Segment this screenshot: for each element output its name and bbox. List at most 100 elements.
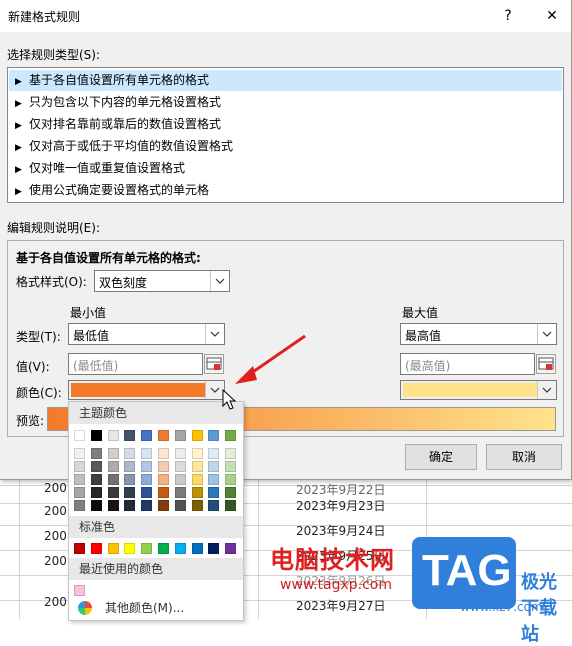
theme-shade-swatch[interactable] xyxy=(208,448,219,459)
chevron-down-icon xyxy=(205,324,224,344)
range-picker-icon[interactable] xyxy=(536,354,556,374)
value-label: 值(V): xyxy=(16,360,50,374)
theme-shade-swatch[interactable] xyxy=(108,500,119,511)
theme-color-swatch[interactable] xyxy=(208,430,219,441)
theme-color-swatch[interactable] xyxy=(225,430,236,441)
standard-color-swatch[interactable] xyxy=(192,543,203,554)
theme-color-swatch[interactable] xyxy=(175,430,186,441)
theme-color-swatch[interactable] xyxy=(192,430,203,441)
theme-color-swatch[interactable] xyxy=(158,430,169,441)
theme-color-swatch[interactable] xyxy=(124,430,135,441)
theme-shade-swatch[interactable] xyxy=(192,474,203,485)
theme-shade-swatch[interactable] xyxy=(175,474,186,485)
theme-shade-swatch[interactable] xyxy=(225,474,236,485)
rule-type-item[interactable]: ▶ 仅对排名靠前或靠后的数值设置格式 xyxy=(9,114,562,135)
theme-shade-swatch[interactable] xyxy=(124,474,135,485)
more-colors-item[interactable]: 其他颜色(M)... xyxy=(73,599,239,617)
rule-type-item[interactable]: ▶ 只为包含以下内容的单元格设置格式 xyxy=(9,92,562,113)
theme-shade-swatch[interactable] xyxy=(141,487,152,498)
min-color-select[interactable] xyxy=(68,380,225,400)
close-button[interactable]: ✕ xyxy=(540,4,564,28)
rule-type-item[interactable]: ▶ 使用公式确定要设置格式的单元格 xyxy=(9,180,562,201)
max-type-select[interactable]: 最高值 xyxy=(400,323,557,345)
theme-shade-swatch[interactable] xyxy=(108,474,119,485)
theme-shade-swatch[interactable] xyxy=(91,487,102,498)
max-value-input[interactable]: (最高值) xyxy=(400,353,535,375)
format-style-select[interactable]: 双色刻度 xyxy=(94,270,230,292)
theme-shade-swatch[interactable] xyxy=(74,448,85,459)
preview-label: 预览: xyxy=(16,414,45,428)
standard-color-swatch[interactable] xyxy=(91,543,102,554)
recent-color-swatch[interactable] xyxy=(74,585,85,596)
cancel-button[interactable]: 取消 xyxy=(486,444,562,470)
theme-shade-swatch[interactable] xyxy=(192,487,203,498)
theme-shade-swatch[interactable] xyxy=(208,487,219,498)
standard-color-swatch[interactable] xyxy=(225,543,236,554)
theme-shade-swatch[interactable] xyxy=(225,487,236,498)
theme-shade-swatch[interactable] xyxy=(225,500,236,511)
theme-shade-swatch[interactable] xyxy=(108,448,119,459)
theme-shade-swatch[interactable] xyxy=(108,487,119,498)
theme-color-swatch[interactable] xyxy=(74,430,85,441)
range-picker-icon[interactable] xyxy=(204,354,224,374)
standard-color-swatch[interactable] xyxy=(74,543,85,554)
min-type-select[interactable]: 最低值 xyxy=(68,323,225,345)
theme-shade-swatch[interactable] xyxy=(91,500,102,511)
theme-shade-swatch[interactable] xyxy=(91,461,102,472)
standard-color-swatch[interactable] xyxy=(124,543,135,554)
theme-shade-swatch[interactable] xyxy=(158,487,169,498)
theme-shade-swatch[interactable] xyxy=(74,487,85,498)
standard-color-swatch[interactable] xyxy=(141,543,152,554)
theme-shade-swatch[interactable] xyxy=(124,461,135,472)
theme-shade-swatch[interactable] xyxy=(158,474,169,485)
theme-shade-swatch[interactable] xyxy=(192,461,203,472)
theme-shade-swatch[interactable] xyxy=(141,448,152,459)
theme-shade-swatch[interactable] xyxy=(158,500,169,511)
play-icon: ▶ xyxy=(15,77,22,87)
theme-shade-swatch[interactable] xyxy=(141,461,152,472)
theme-shade-swatch[interactable] xyxy=(208,474,219,485)
theme-shade-swatch[interactable] xyxy=(74,500,85,511)
theme-shade-swatch[interactable] xyxy=(91,448,102,459)
max-color-select[interactable] xyxy=(400,380,557,400)
play-icon: ▶ xyxy=(15,121,22,131)
standard-color-swatch[interactable] xyxy=(158,543,169,554)
rule-type-item[interactable]: ▶ 仅对唯一值或重复值设置格式 xyxy=(9,158,562,179)
ok-button[interactable]: 确定 xyxy=(405,444,477,470)
theme-shade-swatch[interactable] xyxy=(175,448,186,459)
theme-shade-swatch[interactable] xyxy=(225,448,236,459)
theme-shade-swatch[interactable] xyxy=(124,500,135,511)
standard-color-swatch[interactable] xyxy=(208,543,219,554)
theme-color-swatch[interactable] xyxy=(141,430,152,441)
theme-shade-swatch[interactable] xyxy=(158,448,169,459)
red-arrow-annotation xyxy=(235,334,306,384)
standard-color-swatch[interactable] xyxy=(108,543,119,554)
rule-type-list[interactable]: ▶ 基于各自值设置所有单元格的格式 ▶ 只为包含以下内容的单元格设置格式 ▶ 仅对排名… xyxy=(7,67,564,203)
rule-type-item[interactable]: ▶ 仅对高于或低于平均值的数值设置格式 xyxy=(9,136,562,157)
color-label: 颜色(C): xyxy=(16,386,62,400)
theme-shade-swatch[interactable] xyxy=(91,474,102,485)
theme-color-swatch[interactable] xyxy=(108,430,119,441)
mouse-cursor-icon xyxy=(222,389,237,410)
theme-shade-swatch[interactable] xyxy=(108,461,119,472)
theme-shade-swatch[interactable] xyxy=(225,461,236,472)
theme-color-swatch[interactable] xyxy=(91,430,102,441)
theme-shade-swatch[interactable] xyxy=(175,487,186,498)
standard-color-swatch[interactable] xyxy=(175,543,186,554)
theme-shade-swatch[interactable] xyxy=(141,474,152,485)
theme-shade-swatch[interactable] xyxy=(74,461,85,472)
min-value-input[interactable]: (最低值) xyxy=(68,353,203,375)
theme-shade-swatch[interactable] xyxy=(208,461,219,472)
rule-type-item[interactable]: ▶ 基于各自值设置所有单元格的格式 xyxy=(9,70,562,91)
theme-shade-swatch[interactable] xyxy=(175,500,186,511)
help-button[interactable]: ? xyxy=(496,4,520,28)
theme-shade-swatch[interactable] xyxy=(192,448,203,459)
theme-shade-swatch[interactable] xyxy=(192,500,203,511)
theme-shade-swatch[interactable] xyxy=(74,474,85,485)
theme-shade-swatch[interactable] xyxy=(175,461,186,472)
theme-shade-swatch[interactable] xyxy=(158,461,169,472)
theme-shade-swatch[interactable] xyxy=(208,500,219,511)
theme-shade-swatch[interactable] xyxy=(141,500,152,511)
theme-shade-swatch[interactable] xyxy=(124,448,135,459)
theme-shade-swatch[interactable] xyxy=(124,487,135,498)
